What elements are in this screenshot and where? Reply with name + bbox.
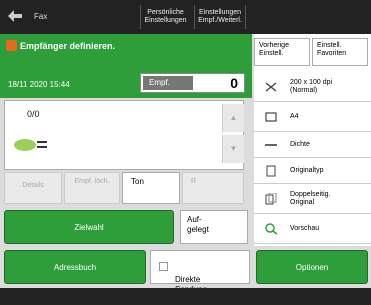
- original-type-icon: [266, 165, 276, 177]
- details-button[interactable]: Details: [4, 172, 62, 204]
- preview-icon: [265, 223, 278, 235]
- preview-setting[interactable]: Vorschau: [254, 214, 371, 244]
- settings-panel: Vorherige Einstell. Einstell. Favoriten …: [254, 34, 371, 246]
- warning-icon: [6, 40, 17, 51]
- recipient-count-box: Empf. 0: [140, 73, 245, 93]
- receive-forward-settings-button[interactable]: Einstellungen Empf./Weiterl.: [194, 5, 246, 29]
- favorite-settings-button[interactable]: Einstell. Favoriten: [312, 38, 368, 66]
- fax-icon: [8, 10, 22, 22]
- bottom-bar: [0, 288, 371, 305]
- tone-button[interactable]: Ton: [122, 172, 180, 204]
- scroll-up-button[interactable]: ▲: [222, 104, 244, 132]
- paper-size-icon: [265, 112, 277, 122]
- density-setting[interactable]: Dichte: [254, 132, 371, 158]
- page-title: Empfänger definieren.: [20, 41, 116, 51]
- recipient-label: Empf.: [143, 76, 193, 90]
- list-counter: 0/0: [27, 109, 40, 119]
- duplex-original-icon: [265, 193, 277, 205]
- paper-size-setting[interactable]: A4: [254, 102, 371, 132]
- resolution-icon: [265, 82, 277, 92]
- resolution-setting[interactable]: 200 x 100 dpi (Normal): [254, 72, 371, 102]
- options-button[interactable]: Optionen: [256, 250, 368, 284]
- personal-settings-button[interactable]: Persönliche Einstellungen: [140, 5, 190, 29]
- status-bar: 18/11 2020 15:44 Empf. 0: [0, 58, 252, 98]
- app-label: Fax: [34, 12, 48, 21]
- delete-recipient-button[interactable]: Empf. löch.: [64, 172, 120, 204]
- address-book-button[interactable]: Adressbuch: [4, 250, 146, 284]
- pointer-icon: [14, 139, 47, 151]
- scroll-down-button[interactable]: ▼: [222, 135, 244, 163]
- r-button[interactable]: R: [182, 172, 244, 204]
- page-header: Empfänger definieren.: [0, 34, 252, 58]
- recipient-list[interactable]: 0/0: [4, 100, 244, 170]
- duplex-original-setting[interactable]: Doppelseitig. Original: [254, 184, 371, 214]
- on-hook-button[interactable]: Auf- gelegt: [180, 210, 248, 244]
- recipient-count: 0: [230, 75, 238, 91]
- top-bar: Fax Persönliche Einstellungen Einstellun…: [0, 0, 371, 34]
- datetime: 18/11 2020 15:44: [8, 80, 70, 89]
- direct-send-checkbox[interactable]: [159, 262, 168, 271]
- direct-send-button[interactable]: Direkte Sendung: [150, 250, 250, 294]
- previous-settings-button[interactable]: Vorherige Einstell.: [254, 38, 310, 66]
- original-type-setting[interactable]: Originaltyp: [254, 158, 371, 184]
- density-icon: [265, 144, 277, 146]
- speed-dial-button[interactable]: Zielwahl: [4, 210, 174, 244]
